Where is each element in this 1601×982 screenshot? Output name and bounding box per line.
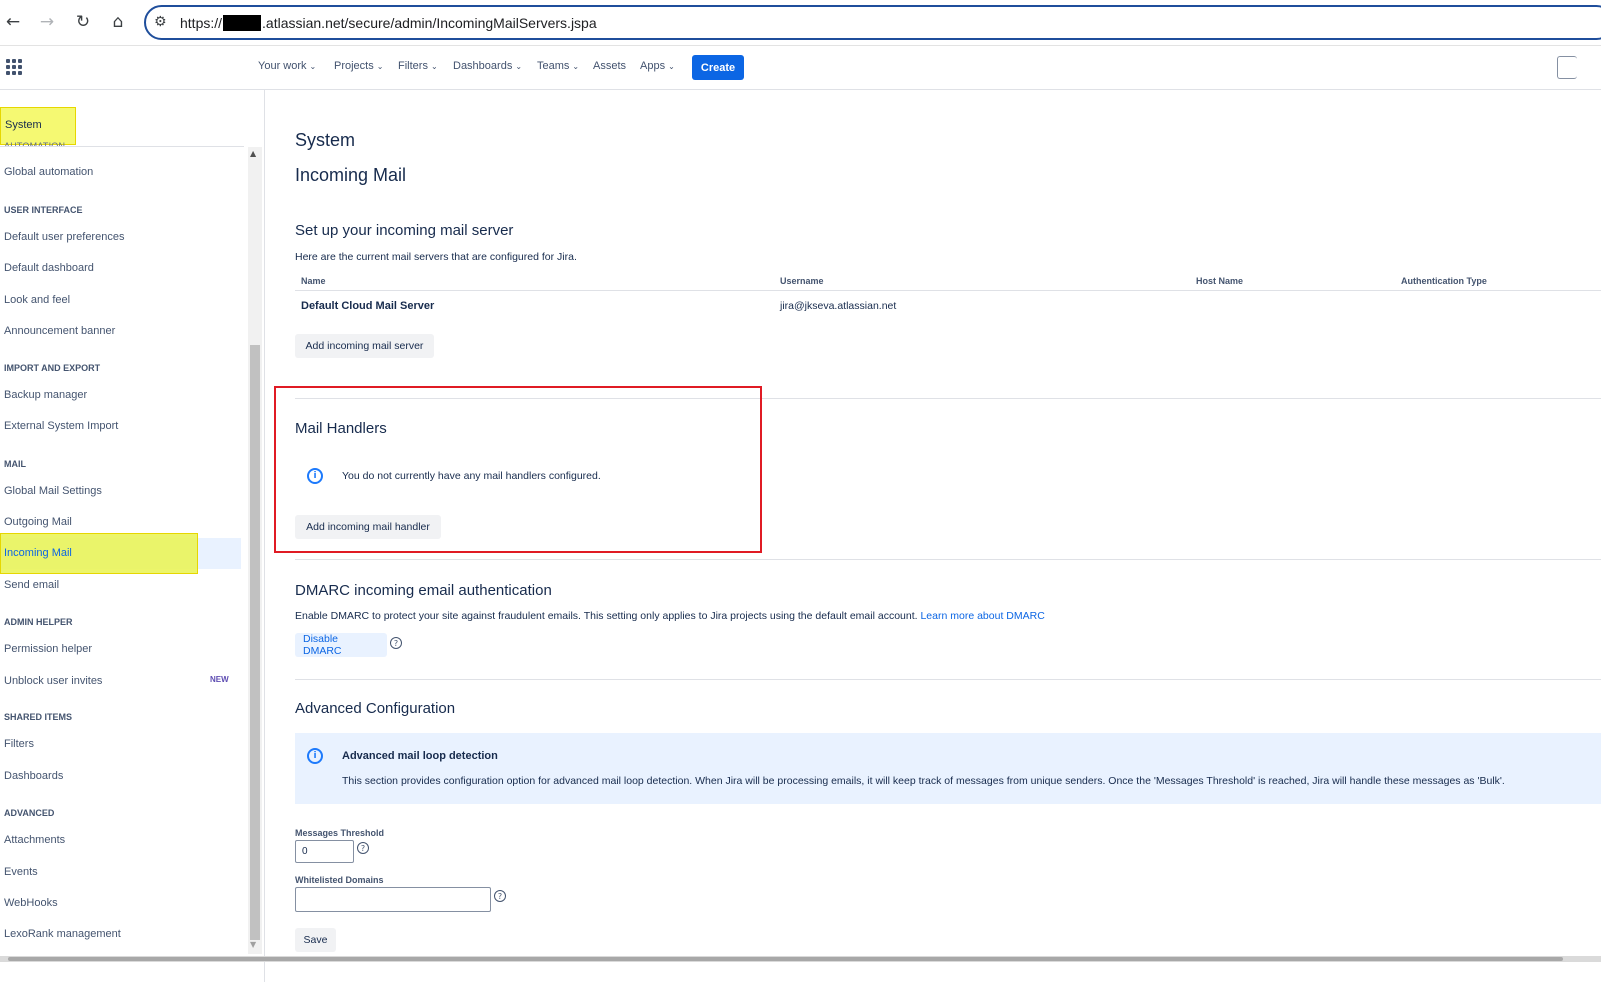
horizontal-scrollbar[interactable] <box>0 956 1601 962</box>
sidebar-heading-admin-helper: ADMIN HELPER <box>4 617 73 627</box>
messages-threshold-input[interactable] <box>295 840 354 863</box>
messages-threshold-label: Messages Threshold <box>295 828 385 838</box>
home-icon[interactable]: ⌂ <box>105 9 131 35</box>
nav-teams[interactable]: Teams ⌄ <box>537 60 579 72</box>
chevron-down-icon: ⌄ <box>376 62 384 71</box>
add-incoming-mail-server-button[interactable]: Add incoming mail server <box>295 334 434 358</box>
back-icon[interactable]: ← <box>0 9 26 35</box>
sidebar-scrollbar-thumb[interactable] <box>250 345 260 940</box>
reload-icon[interactable]: ↻ <box>70 9 96 35</box>
help-icon[interactable]: ? <box>357 842 369 854</box>
mail-handlers-heading: Mail Handlers <box>295 420 387 437</box>
page-title: System <box>295 130 356 150</box>
scroll-up-icon[interactable]: ▲ <box>250 149 256 158</box>
mail-loop-info-panel: i Advanced mail loop detection This sect… <box>295 733 1601 804</box>
mail-loop-panel-title: Advanced mail loop detection <box>342 750 498 762</box>
whitelisted-domains-label: Whitelisted Domains <box>295 875 384 885</box>
sidebar-heading-import-export: IMPORT AND EXPORT <box>4 363 101 373</box>
section-divider <box>295 559 1601 560</box>
nav-dashboards[interactable]: Dashboards ⌄ <box>453 60 522 72</box>
section-divider <box>295 679 1601 680</box>
create-button[interactable]: Create <box>692 55 744 80</box>
sidebar-item-outgoing-mail[interactable]: Outgoing Mail <box>4 516 72 528</box>
new-badge: NEW <box>210 675 229 684</box>
url-text[interactable]: https://.atlassian.net/secure/admin/Inco… <box>180 15 597 31</box>
help-icon[interactable]: ? <box>390 637 402 649</box>
add-incoming-mail-handler-button[interactable]: Add incoming mail handler <box>295 515 441 539</box>
main-content: System Incoming Mail Set up your incomin… <box>265 90 1601 982</box>
chevron-down-icon: ⌄ <box>668 62 675 71</box>
sidebar-item-send-email[interactable]: Send email <box>4 579 59 591</box>
table-header-divider <box>295 290 1601 291</box>
save-button[interactable]: Save <box>295 928 336 952</box>
sidebar-item-permission-helper[interactable]: Permission helper <box>4 643 92 655</box>
sidebar-title-highlight: System <box>0 107 76 145</box>
sidebar-item-default-dashboard[interactable]: Default dashboard <box>4 262 94 274</box>
sidebar-heading-mail: MAIL <box>4 459 26 469</box>
sidebar-item-global-automation[interactable]: Global automation <box>4 166 93 178</box>
page-subtitle: Incoming Mail <box>295 165 407 185</box>
sidebar-heading-shared-items: SHARED ITEMS <box>4 712 73 722</box>
nav-your-work[interactable]: Your work ⌄ <box>258 60 316 72</box>
sidebar-divider <box>0 146 244 147</box>
column-header-name: Name <box>301 276 326 286</box>
sidebar-item-announcement-banner[interactable]: Announcement banner <box>4 325 115 337</box>
mail-handlers-empty-message: You do not currently have any mail handl… <box>342 470 601 482</box>
chevron-down-icon: ⌄ <box>572 62 580 71</box>
help-icon[interactable]: ? <box>494 890 506 902</box>
server-name-cell: Default Cloud Mail Server <box>301 300 435 312</box>
nav-filters[interactable]: Filters ⌄ <box>398 60 438 72</box>
disable-dmarc-button[interactable]: Disable DMARC <box>295 633 387 657</box>
sidebar-item-default-user-preferences[interactable]: Default user preferences <box>4 231 124 243</box>
forward-icon[interactable]: → <box>34 9 60 35</box>
top-navigation: Your work ⌄ Projects ⌄ Filters ⌄ Dashboards… <box>0 46 1601 90</box>
sidebar-item-webhooks[interactable]: WebHooks <box>4 897 58 909</box>
scroll-down-icon[interactable]: ▼ <box>250 940 256 949</box>
browser-toolbar: ← → ↻ ⌂ ⚙ https://.atlassian.net/secure/… <box>0 0 1601 46</box>
learn-more-dmarc-link[interactable]: Learn more about DMARC <box>920 610 1044 622</box>
server-username-cell: jira@jkseva.atlassian.net <box>780 300 897 312</box>
admin-sidebar: System AUTOMATION Global automation USER… <box>0 90 265 982</box>
nav-projects[interactable]: Projects ⌄ <box>334 60 383 72</box>
app-switcher-icon[interactable] <box>6 59 22 75</box>
whitelisted-domains-input[interactable] <box>295 887 491 912</box>
chevron-down-icon: ⌄ <box>430 62 438 71</box>
sidebar-heading-user-interface: USER INTERFACE <box>4 205 83 215</box>
info-icon: i <box>307 468 323 484</box>
info-icon: i <box>307 748 323 764</box>
column-header-authentication-type: Authentication Type <box>1401 276 1487 286</box>
sidebar-heading-advanced: ADVANCED <box>4 808 55 818</box>
sidebar-item-attachments[interactable]: Attachments <box>4 834 65 846</box>
column-header-username: Username <box>780 276 824 286</box>
redacted-block <box>223 15 262 31</box>
dmarc-description: Enable DMARC to protect your site agains… <box>295 610 1045 622</box>
dmarc-heading: DMARC incoming email authentication <box>295 582 552 599</box>
sidebar-item-lexorank-management[interactable]: LexoRank management <box>4 928 121 940</box>
chevron-down-icon: ⌄ <box>515 62 523 71</box>
mail-loop-panel-body: This section provides configuration opti… <box>342 775 1505 787</box>
server-section-description: Here are the current mail servers that a… <box>295 251 577 263</box>
sidebar-item-dashboards[interactable]: Dashboards <box>4 770 63 782</box>
site-settings-icon[interactable]: ⚙ <box>154 14 167 30</box>
sidebar-item-events[interactable]: Events <box>4 866 38 878</box>
sidebar-title: System <box>5 119 42 131</box>
search-box-edge[interactable] <box>1557 56 1577 79</box>
column-header-host-name: Host Name <box>1196 276 1244 286</box>
sidebar-item-unblock-user-invites[interactable]: Unblock user invites <box>4 675 102 687</box>
sidebar-item-backup-manager[interactable]: Backup manager <box>4 389 87 401</box>
sidebar-item-look-and-feel[interactable]: Look and feel <box>4 294 70 306</box>
advanced-configuration-heading: Advanced Configuration <box>295 700 456 717</box>
nav-apps[interactable]: Apps ⌄ <box>640 60 675 72</box>
sidebar-item-global-mail-settings[interactable]: Global Mail Settings <box>4 485 102 497</box>
sidebar-item-incoming-mail[interactable]: Incoming Mail <box>4 547 72 559</box>
server-section-heading: Set up your incoming mail server <box>295 222 514 239</box>
chevron-down-icon: ⌄ <box>309 62 317 71</box>
sidebar-item-filters[interactable]: Filters <box>4 738 34 750</box>
address-bar[interactable]: ⚙ https://.atlassian.net/secure/admin/In… <box>144 5 1601 40</box>
sidebar-item-external-system-import[interactable]: External System Import <box>4 420 118 432</box>
nav-assets[interactable]: Assets <box>593 60 626 72</box>
horizontal-scrollbar-thumb[interactable] <box>8 957 1563 961</box>
